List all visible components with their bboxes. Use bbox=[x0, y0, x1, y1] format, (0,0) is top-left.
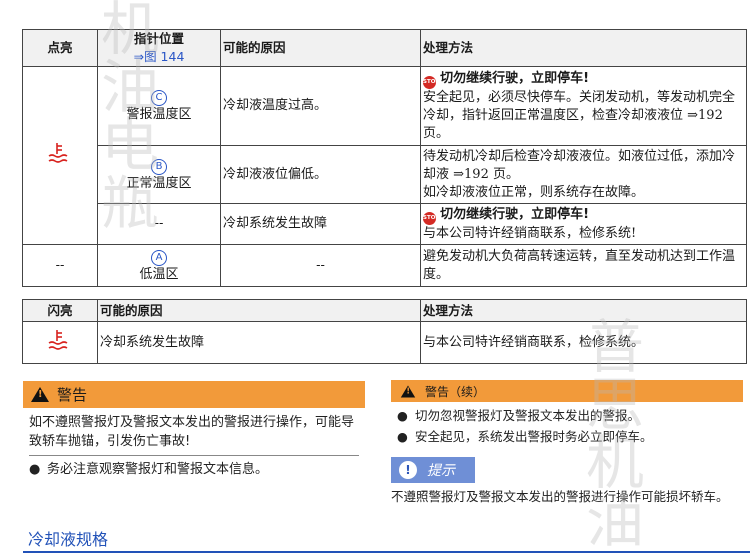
warning-box: ! 警告 如不遵照警报灯及警报文本发出的警报进行操作，可能导致轿车抛锚，引发伤亡… bbox=[23, 381, 365, 479]
cause-cell: -- bbox=[220, 244, 421, 287]
table-row: 冷却系统发生故障 与本公司特许经销商联系，检修系统。 bbox=[22, 321, 747, 364]
coolant-icon-cell bbox=[22, 66, 98, 245]
warning-continued-header: ! 警告（续） bbox=[391, 380, 743, 402]
header-action: 处理方法 bbox=[420, 29, 747, 67]
action-text-2: 如冷却液液位正常，则系统存在故障。 bbox=[423, 184, 645, 200]
warning-bullet-text: 安全起见，系统发出警报时务必立即停车。 bbox=[415, 429, 653, 444]
zone-c-marker: C bbox=[151, 90, 167, 106]
cause-cell: 冷却液液位偏低。 bbox=[220, 145, 421, 204]
zone-cell-empty: -- bbox=[97, 203, 221, 245]
action-cell: 避免发动机大负荷高转速运转，直至发动机达到工作温度。 bbox=[420, 244, 747, 287]
warning-triangle-icon: ! bbox=[31, 387, 49, 402]
lit-cell-empty: -- bbox=[22, 244, 98, 287]
zone-label: 低温区 bbox=[139, 266, 179, 282]
coolant-temperature-warning-icon bbox=[48, 329, 68, 350]
action-text: 待发动机冷却后检查冷却液液位。如液位过低，添加冷却液 ⇒192 页。 bbox=[423, 148, 736, 182]
header-position: 指针位置 ⇒图 144 bbox=[97, 29, 221, 67]
zone-label: 正常温度区 bbox=[126, 175, 192, 191]
header-cause: 可能的原因 bbox=[220, 29, 421, 67]
zone-cell-warning: C 警报温度区 bbox=[97, 66, 221, 146]
action-text: 与本公司特许经销商联系，检修系统! bbox=[423, 225, 637, 241]
stop-instruction: 切勿继续行驶，立即停车! bbox=[440, 206, 590, 222]
action-cell: 与本公司特许经销商联系，检修系统。 bbox=[420, 321, 747, 364]
header-flash: 闪亮 bbox=[22, 299, 98, 322]
note-header: ! 提示 bbox=[391, 457, 475, 483]
warning-bullet-text: 务必注意观察警报灯和警报文本信息。 bbox=[47, 462, 269, 477]
header-cause: 可能的原因 bbox=[97, 299, 421, 322]
action-text: 安全起见，必须尽快停车。关闭发动机，等发动机完全冷却，指针返回正常温度区，检查冷… bbox=[423, 89, 736, 141]
coolant-temperature-warning-icon bbox=[48, 142, 68, 163]
warning-bullet-text: 切勿忽视警报灯及警报文本发出的警报。 bbox=[415, 408, 641, 423]
cause-cell: 冷却系统发生故障 bbox=[220, 203, 421, 245]
action-cell: 待发动机冷却后检查冷却液液位。如液位过低，添加冷却液 ⇒192 页。 如冷却液液… bbox=[420, 145, 747, 204]
list-item: ● 切勿忽视警报灯及警报文本发出的警报。 bbox=[397, 405, 737, 426]
header-action: 处理方法 bbox=[420, 299, 747, 322]
coolant-icon-cell bbox=[22, 321, 98, 364]
zone-cell-low: A 低温区 bbox=[97, 244, 221, 287]
zone-label: 警报温度区 bbox=[126, 107, 192, 122]
warning-title: 警告 bbox=[57, 386, 88, 404]
stop-instruction: 切勿继续行驶，立即停车! bbox=[440, 70, 590, 86]
cause-cell: 冷却液温度过高。 bbox=[220, 66, 421, 146]
section-title: 冷却液规格 bbox=[28, 530, 109, 549]
warning-continued-body: ● 切勿忽视警报灯及警报文本发出的警报。 ● 安全起见，系统发出警报时务必立即停车。 bbox=[391, 402, 743, 447]
list-item: ● 务必注意观察警报灯和警报文本信息。 bbox=[29, 455, 359, 479]
table-row: -- 冷却系统发生故障 STOP 切勿继续行驶，立即停车! 与本公司特许经销商联… bbox=[23, 203, 747, 245]
zone-cell-normal: B 正常温度区 bbox=[97, 145, 221, 204]
warning-continued-box: ! 警告（续） ● 切勿忽视警报灯及警报文本发出的警报。 ● 安全起见，系统发出警报… bbox=[391, 380, 743, 447]
cause-cell: 冷却系统发生故障 bbox=[97, 321, 421, 364]
zone-b-marker: B bbox=[151, 158, 167, 175]
note-text: 不遵照警报灯及警报文本发出的警报进行操作可能损坏轿车。 bbox=[391, 489, 729, 504]
zone-a-marker: A bbox=[151, 249, 167, 266]
warning-text: 如不遵照警报灯及警报文本发出的警报进行操作，可能导致轿车抛锚，引发伤亡事故! bbox=[29, 415, 355, 449]
table-row: B 正常温度区 冷却液液位偏低。 待发动机冷却后检查冷却液液位。如液位过低，添加… bbox=[23, 145, 747, 204]
figure-reference-link[interactable]: ⇒图 144 bbox=[100, 48, 218, 66]
list-item: ● 安全起见，系统发出警报时务必立即停车。 bbox=[397, 426, 737, 447]
warning-light-table: 点亮 指针位置 ⇒图 144 可能的原因 处理方法 C 警报温度区 冷却液温度过… bbox=[22, 29, 747, 287]
warning-triangle-icon: ! bbox=[400, 385, 416, 397]
header-lit: 点亮 bbox=[22, 29, 98, 67]
warning-header: ! 警告 bbox=[23, 381, 365, 408]
info-icon: ! bbox=[399, 461, 417, 479]
table-row: C 警报温度区 冷却液温度过高。 STOP 切勿继续行驶，立即停车! 安全起见，… bbox=[22, 66, 747, 245]
warning-continued-title: 警告（续） bbox=[425, 384, 486, 399]
action-cell: STOP 切勿继续行驶，立即停车! 与本公司特许经销商联系，检修系统! bbox=[420, 203, 747, 245]
section-divider bbox=[23, 551, 750, 553]
header-position-label: 指针位置 bbox=[133, 31, 184, 46]
action-cell: STOP 切勿继续行驶，立即停车! 安全起见，必须尽快停车。关闭发动机，等发动机… bbox=[420, 66, 747, 146]
stop-icon: STOP bbox=[423, 211, 439, 225]
warning-body: 如不遵照警报灯及警报文本发出的警报进行操作，可能导致轿车抛锚，引发伤亡事故! ●… bbox=[23, 408, 365, 479]
note-title: 提示 bbox=[427, 463, 455, 479]
flashing-light-table: 闪亮 可能的原因 处理方法 冷却系统发生故障 与本公司特许经销商联系，检修系统。 bbox=[22, 299, 747, 364]
table-row: -- A 低温区 -- 避免发动机大负荷高转速运转，直至发动机达到工作温度。 bbox=[22, 244, 747, 287]
stop-icon: STOP bbox=[423, 75, 439, 89]
